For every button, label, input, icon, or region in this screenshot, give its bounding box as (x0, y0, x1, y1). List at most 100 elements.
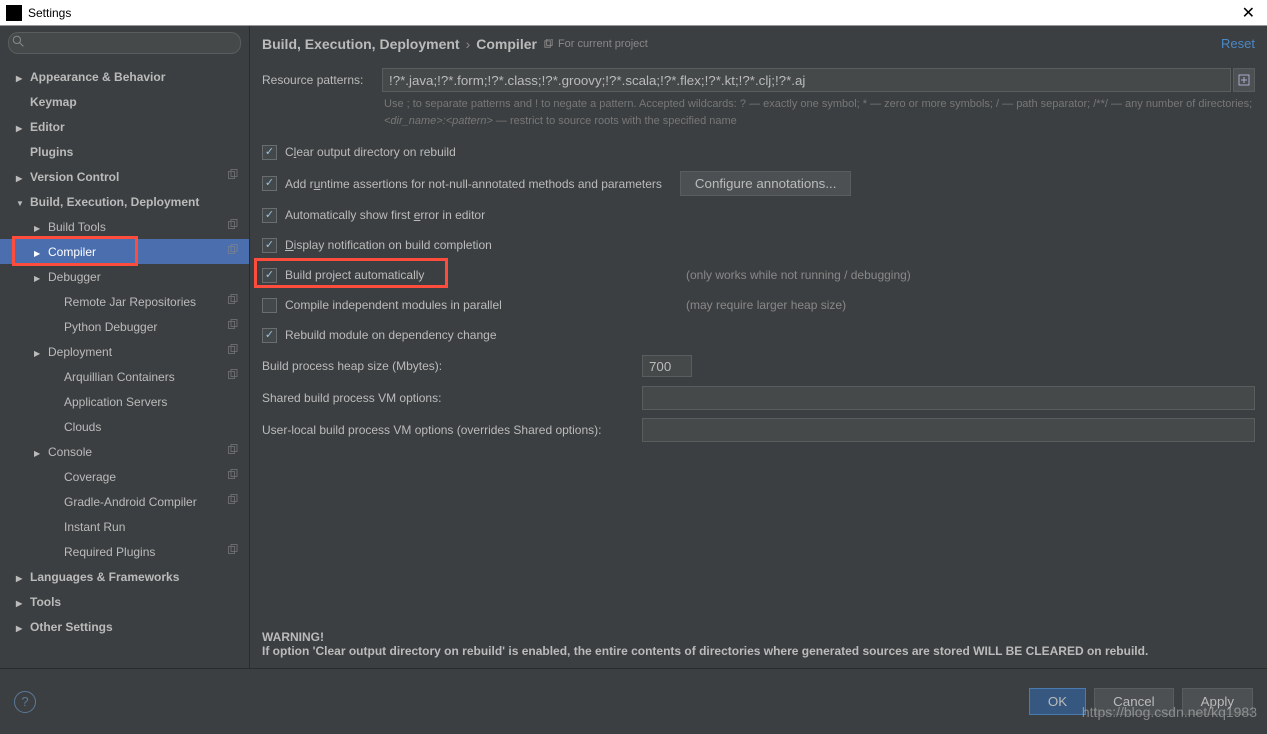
clear-output-label: Clear output directory on rebuild (285, 145, 456, 159)
sidebar-item-label: Compiler (48, 245, 96, 259)
sidebar-item-build-execution-deployment[interactable]: Build, Execution, Deployment (0, 189, 249, 214)
chevron-right-icon (34, 345, 44, 359)
copy-icon (543, 39, 554, 50)
chevron-right-icon (16, 70, 26, 84)
copy-icon (227, 169, 239, 184)
search-icon (12, 35, 25, 48)
sidebar-item-remote-jar-repositories[interactable]: Remote Jar Repositories (0, 289, 249, 314)
sidebar-item-appearance-behavior[interactable]: Appearance & Behavior (0, 64, 249, 89)
copy-icon (227, 369, 239, 384)
sidebar-item-instant-run[interactable]: Instant Run (0, 514, 249, 539)
sidebar-item-label: Required Plugins (64, 545, 155, 559)
sidebar-item-label: Plugins (30, 145, 73, 159)
copy-icon (227, 444, 239, 459)
sidebar-item-build-tools[interactable]: Build Tools (0, 214, 249, 239)
sidebar-item-label: Languages & Frameworks (30, 570, 179, 584)
build-auto-label: Build project automatically (285, 268, 424, 282)
first-error-label: Automatically show first error in editor (285, 208, 485, 222)
sidebar-item-console[interactable]: Console (0, 439, 249, 464)
cancel-button[interactable]: Cancel (1094, 688, 1174, 715)
sidebar-item-label: Clouds (64, 420, 101, 434)
sidebar-item-label: Instant Run (64, 520, 125, 534)
breadcrumb: Build, Execution, Deployment › Compiler … (262, 36, 1255, 52)
sidebar-item-languages-frameworks[interactable]: Languages & Frameworks (0, 564, 249, 589)
ok-button[interactable]: OK (1029, 688, 1086, 715)
sidebar-item-label: Version Control (30, 170, 119, 184)
sidebar-item-arquillian-containers[interactable]: Arquillian Containers (0, 364, 249, 389)
app-icon (6, 5, 22, 21)
resource-patterns-input[interactable] (382, 68, 1231, 92)
sidebar-item-label: Python Debugger (64, 320, 157, 334)
footer: ? OK Cancel Apply (0, 668, 1267, 734)
help-button[interactable]: ? (14, 691, 36, 713)
sidebar-item-label: Tools (30, 595, 61, 609)
warning-text: WARNING! If option 'Clear output directo… (262, 630, 1255, 658)
breadcrumb-hint: For current project (543, 38, 648, 50)
sidebar-item-application-servers[interactable]: Application Servers (0, 389, 249, 414)
sidebar-item-version-control[interactable]: Version Control (0, 164, 249, 189)
apply-button[interactable]: Apply (1182, 688, 1253, 715)
shared-vm-label: Shared build process VM options: (262, 391, 642, 405)
build-auto-checkbox[interactable] (262, 268, 277, 283)
first-error-checkbox[interactable] (262, 208, 277, 223)
resource-patterns-label: Resource patterns: (262, 73, 382, 87)
parallel-label: Compile independent modules in parallel (285, 298, 502, 312)
rebuild-dep-label: Rebuild module on dependency change (285, 328, 497, 342)
chevron-right-icon (16, 120, 26, 134)
sidebar-item-plugins[interactable]: Plugins (0, 139, 249, 164)
chevron-right-icon (34, 220, 44, 234)
chevron-right-icon (16, 620, 26, 634)
sidebar-item-clouds[interactable]: Clouds (0, 414, 249, 439)
runtime-assertions-checkbox[interactable] (262, 176, 277, 191)
parallel-checkbox[interactable] (262, 298, 277, 313)
breadcrumb-part: Build, Execution, Deployment (262, 36, 460, 52)
copy-icon (227, 294, 239, 309)
settings-tree: Appearance & Behavior KeymapEditor Plugins… (0, 60, 249, 668)
sidebar-item-label: Appearance & Behavior (30, 70, 165, 84)
chevron-down-icon (16, 195, 26, 209)
copy-icon (227, 469, 239, 484)
sidebar-item-gradle-android-compiler[interactable]: Gradle-Android Compiler (0, 489, 249, 514)
rebuild-dep-checkbox[interactable] (262, 328, 277, 343)
sidebar-item-keymap[interactable]: Keymap (0, 89, 249, 114)
copy-icon (227, 494, 239, 509)
notify-checkbox[interactable] (262, 238, 277, 253)
reset-link[interactable]: Reset (1221, 36, 1255, 51)
sidebar-item-editor[interactable]: Editor (0, 114, 249, 139)
notify-label: Display notification on build completion (285, 238, 492, 252)
resource-help: Use ; to separate patterns and ! to nega… (384, 96, 1255, 129)
user-vm-input[interactable] (642, 418, 1255, 442)
sidebar-item-python-debugger[interactable]: Python Debugger (0, 314, 249, 339)
titlebar: Settings ✕ (0, 0, 1267, 26)
sidebar-item-label: Build Tools (48, 220, 106, 234)
chevron-right-icon (16, 595, 26, 609)
sidebar-item-tools[interactable]: Tools (0, 589, 249, 614)
clear-output-checkbox[interactable] (262, 145, 277, 160)
close-icon[interactable]: ✕ (1236, 3, 1261, 23)
heap-label: Build process heap size (Mbytes): (262, 359, 642, 373)
runtime-assertions-label: Add runtime assertions for not-null-anno… (285, 177, 662, 191)
sidebar-item-label: Gradle-Android Compiler (64, 495, 197, 509)
expand-icon[interactable] (1233, 68, 1255, 92)
heap-input[interactable] (642, 355, 692, 377)
build-auto-hint: (only works while not running / debuggin… (646, 268, 911, 282)
sidebar-item-required-plugins[interactable]: Required Plugins (0, 539, 249, 564)
sidebar-item-debugger[interactable]: Debugger (0, 264, 249, 289)
configure-annotations-button[interactable]: Configure annotations... (680, 171, 852, 196)
shared-vm-input[interactable] (642, 386, 1255, 410)
chevron-right-icon (34, 270, 44, 284)
sidebar-item-deployment[interactable]: Deployment (0, 339, 249, 364)
user-vm-label: User-local build process VM options (ove… (262, 423, 642, 437)
sidebar-item-compiler[interactable]: Compiler (0, 239, 249, 264)
parallel-hint: (may require larger heap size) (646, 298, 846, 312)
search-input[interactable] (8, 32, 241, 54)
sidebar-item-label: Deployment (48, 345, 112, 359)
content-panel: Build, Execution, Deployment › Compiler … (250, 26, 1267, 668)
copy-icon (227, 244, 239, 259)
sidebar-item-label: Application Servers (64, 395, 167, 409)
sidebar-item-coverage[interactable]: Coverage (0, 464, 249, 489)
chevron-right-icon (16, 570, 26, 584)
sidebar-item-label: Other Settings (30, 620, 113, 634)
sidebar-item-other-settings[interactable]: Other Settings (0, 614, 249, 639)
chevron-right-icon (34, 445, 44, 459)
